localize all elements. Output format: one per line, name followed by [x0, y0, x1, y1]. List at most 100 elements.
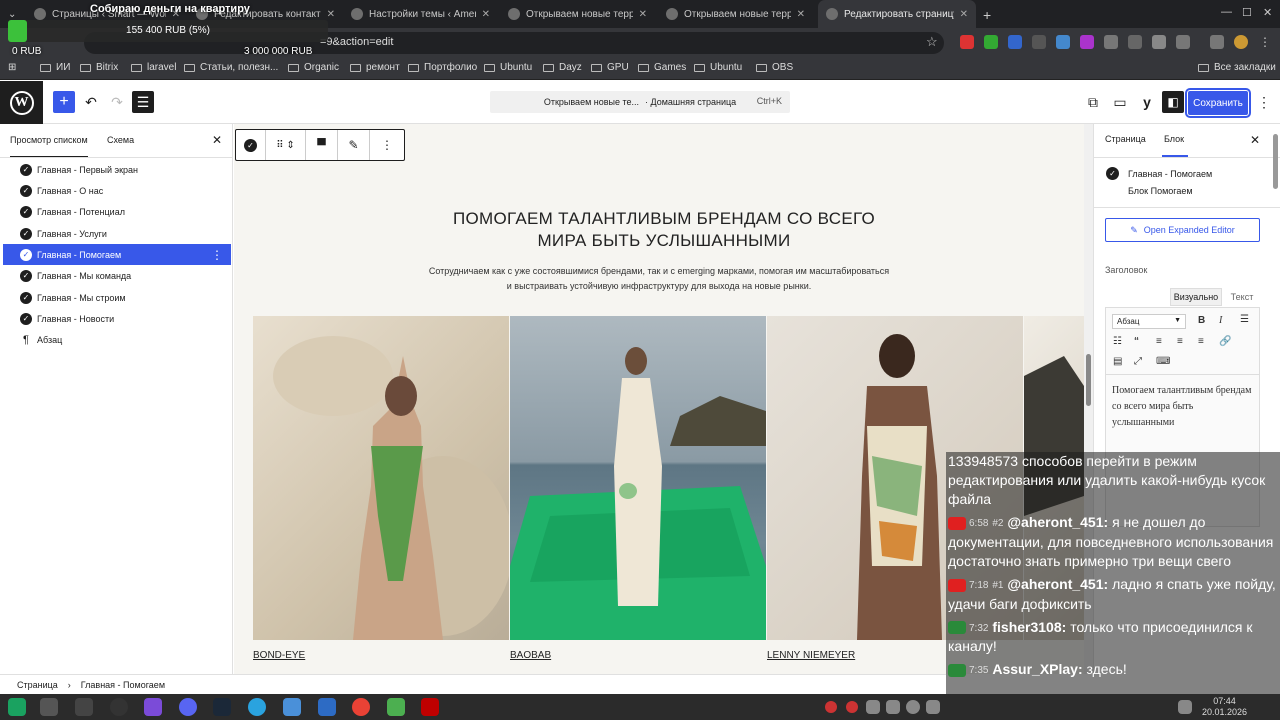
- telegram-icon[interactable]: [248, 698, 266, 716]
- list-item[interactable]: ✓ Главная - Первый экран: [3, 159, 231, 180]
- maximize-icon[interactable]: ☐: [1242, 6, 1252, 19]
- bookmark-folder[interactable]: Ubuntu: [484, 62, 532, 73]
- editor-content[interactable]: Помогаем талантливым брендам со всего ми…: [1112, 383, 1252, 431]
- list-item[interactable]: ✓ Главная - Мы команда: [3, 265, 231, 286]
- save-button[interactable]: Сохранить: [1185, 88, 1251, 118]
- breadcrumb-item[interactable]: Главная - Помогаем: [81, 680, 165, 690]
- tray-icon[interactable]: [906, 700, 920, 714]
- list-item[interactable]: ✓ Главная - О нас: [3, 180, 231, 201]
- italic-icon[interactable]: I: [1219, 315, 1222, 326]
- preview-button[interactable]: ▭: [1109, 91, 1131, 113]
- list-item[interactable]: ✓ Главная - Услуги: [3, 223, 231, 244]
- section-heading[interactable]: ПОМОГАЕМ ТАЛАНТЛИВЫМ БРЕНДАМ СО ВСЕГО МИ…: [404, 208, 924, 252]
- bookmark-folder[interactable]: OBS: [756, 62, 793, 73]
- sidebar-scrollbar-thumb[interactable]: [1273, 134, 1278, 189]
- format-select[interactable]: Абзац ▼: [1112, 314, 1186, 329]
- clock[interactable]: 07:44 20.01.2026: [1202, 696, 1247, 718]
- browser-tab-active[interactable]: Редактировать страницу «...✕: [818, 0, 976, 28]
- bookmark-folder[interactable]: Dayz: [543, 62, 582, 73]
- list-item-selected[interactable]: ✓ Главная - Помогаем ⋮: [3, 244, 231, 265]
- chrome-icon[interactable]: [352, 698, 370, 716]
- minimize-icon[interactable]: —: [1221, 6, 1232, 18]
- bookmark-folder[interactable]: Organic: [288, 62, 339, 73]
- brand-link[interactable]: BAOBAB: [510, 650, 551, 661]
- read-more-icon[interactable]: ▤: [1113, 356, 1122, 367]
- files-icon[interactable]: [283, 698, 301, 716]
- tray-icon[interactable]: [866, 700, 880, 714]
- open-expanded-editor-button[interactable]: ✎ Open Expanded Editor: [1105, 218, 1260, 242]
- extension-icon[interactable]: [1104, 35, 1118, 49]
- all-bookmarks-folder[interactable]: Все закладки: [1198, 62, 1276, 73]
- keyboard-layout-icon[interactable]: [1178, 700, 1192, 714]
- align-center-icon[interactable]: ≡: [1177, 336, 1183, 347]
- breadcrumb-item[interactable]: Страница: [17, 680, 58, 690]
- document-overview-button[interactable]: ☰: [132, 91, 154, 113]
- tab-text[interactable]: Текст: [1224, 288, 1260, 306]
- tab-page[interactable]: Страница: [1105, 134, 1146, 144]
- bookmark-folder[interactable]: GPU: [591, 62, 629, 73]
- list-item[interactable]: ¶ Абзац: [3, 329, 231, 350]
- extension-icon[interactable]: [1080, 35, 1094, 49]
- bookmark-folder[interactable]: Портфолио: [408, 62, 477, 73]
- discord-icon[interactable]: [179, 698, 197, 716]
- tab-outline[interactable]: Схема: [107, 135, 134, 145]
- app-icon[interactable]: [110, 698, 128, 716]
- tray-icon[interactable]: [926, 700, 940, 714]
- close-window-icon[interactable]: ✕: [1263, 6, 1272, 19]
- options-button[interactable]: ⋮: [1253, 91, 1275, 113]
- bookmark-folder[interactable]: ремонт: [350, 62, 400, 73]
- app-icon[interactable]: [144, 698, 162, 716]
- tray-icon[interactable]: [846, 701, 858, 713]
- redo-button[interactable]: ↷: [106, 91, 128, 113]
- bookmark-folder[interactable]: ИИ: [40, 62, 70, 73]
- close-icon[interactable]: ✕: [212, 133, 222, 147]
- fullscreen-icon[interactable]: ⤢: [1134, 356, 1142, 367]
- block-type-button[interactable]: ✓: [236, 130, 266, 160]
- tray-icon[interactable]: [825, 701, 837, 713]
- more-vertical-icon[interactable]: ⋮: [211, 248, 223, 262]
- toolbar-toggle-icon[interactable]: ⌨: [1156, 356, 1170, 367]
- filezilla-icon[interactable]: [421, 698, 439, 716]
- numbered-list-icon[interactable]: ☷: [1113, 336, 1122, 347]
- extension-icon[interactable]: [1008, 35, 1022, 49]
- yoast-button[interactable]: y: [1136, 91, 1158, 113]
- tab-visual[interactable]: Визуально: [1170, 288, 1222, 306]
- section-subtitle[interactable]: Сотрудничаем как с уже состоявшимися бре…: [394, 264, 924, 294]
- undo-button[interactable]: ↶: [80, 91, 102, 113]
- scrollbar-thumb[interactable]: [1086, 354, 1091, 406]
- browser-tab[interactable]: Настройки темы ‹ Americano✕: [343, 0, 498, 28]
- tab-list-view[interactable]: Просмотр списком: [10, 135, 88, 158]
- extension-abp-icon[interactable]: [960, 35, 974, 49]
- bookmark-folder[interactable]: Bitrix: [80, 62, 118, 73]
- align-left-icon[interactable]: ≡: [1156, 336, 1162, 347]
- new-tab-plus-icon[interactable]: +: [983, 7, 991, 23]
- list-item[interactable]: ✓ Главная - Новости: [3, 308, 231, 329]
- app-icon[interactable]: [387, 698, 405, 716]
- extension-pen-icon[interactable]: [1152, 35, 1166, 49]
- puzzle-icon[interactable]: [1176, 35, 1190, 49]
- apps-grid-icon[interactable]: ⊞: [8, 62, 16, 73]
- app-icon[interactable]: [40, 698, 58, 716]
- bookmark-folder[interactable]: Ubuntu: [694, 62, 742, 73]
- more-vertical-icon[interactable]: ⋮: [1258, 35, 1272, 49]
- align-right-icon[interactable]: ≡: [1198, 336, 1204, 347]
- tab-block[interactable]: Блок: [1164, 134, 1184, 144]
- bold-icon[interactable]: B: [1198, 315, 1205, 326]
- edit-button[interactable]: ✎: [338, 130, 370, 160]
- extension-icon[interactable]: [1128, 35, 1142, 49]
- close-icon[interactable]: ✕: [639, 9, 647, 20]
- terminal-icon[interactable]: [75, 698, 93, 716]
- close-icon[interactable]: ✕: [1250, 133, 1260, 147]
- brand-link[interactable]: LENNY NIEMEYER: [767, 650, 855, 661]
- editor-icon[interactable]: [318, 698, 336, 716]
- profile-avatar[interactable]: [1234, 35, 1248, 49]
- close-icon[interactable]: ✕: [960, 9, 968, 20]
- extension-shield-icon[interactable]: [984, 35, 998, 49]
- star-bookmark-icon[interactable]: ☆: [926, 34, 938, 50]
- list-item[interactable]: ✓ Главная - Мы строим: [3, 287, 231, 308]
- bookmark-folder[interactable]: Статьи, полезн...: [184, 62, 278, 73]
- link-icon[interactable]: 🔗: [1219, 336, 1231, 347]
- extension-icon[interactable]: [1056, 35, 1070, 49]
- browser-tab[interactable]: Открываем новые террит...✕: [658, 0, 813, 28]
- close-icon[interactable]: ✕: [797, 9, 805, 20]
